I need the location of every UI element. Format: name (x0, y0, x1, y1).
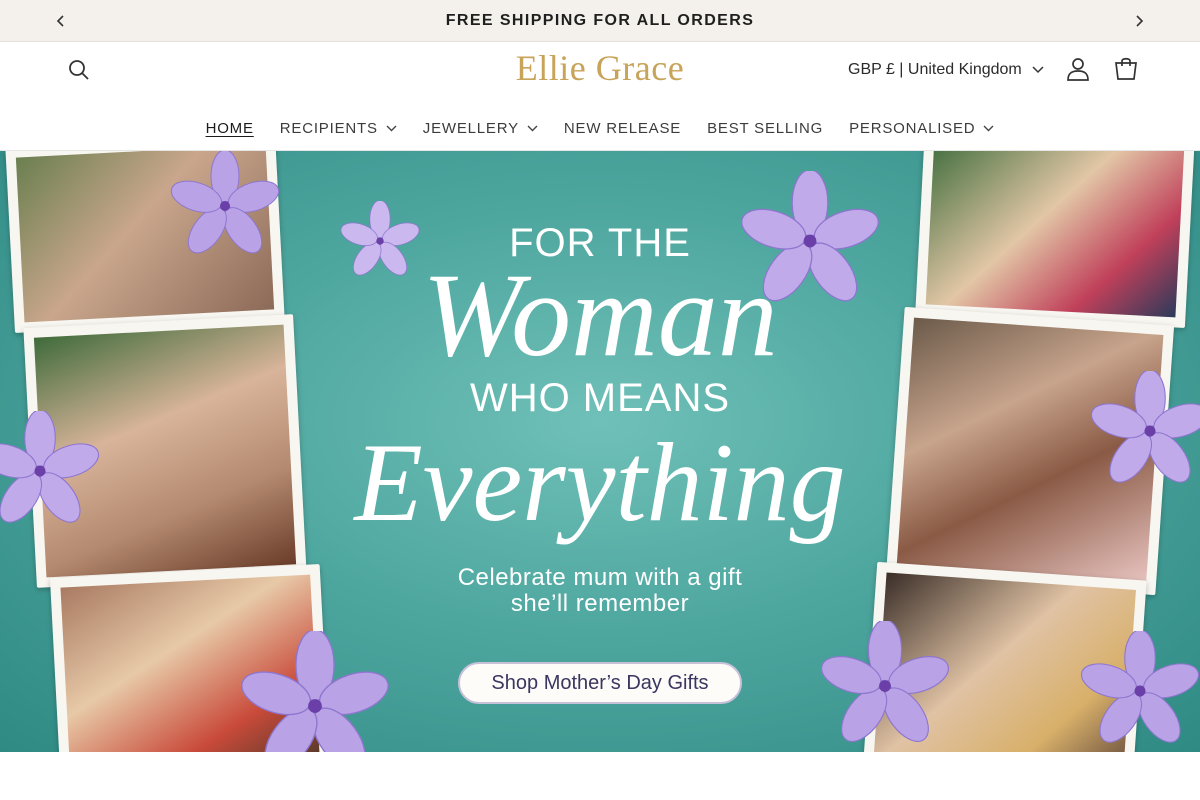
chevron-down-icon (983, 125, 994, 131)
hero-subtitle-line-2: she’ll remember (510, 590, 690, 617)
chevron-down-icon (1032, 66, 1044, 74)
nav-item-label: NEW RELEASE (563, 119, 682, 137)
hero-subtitle-line-1: Celebrate mum with a gift (457, 564, 743, 591)
nav-item-label: HOME (205, 119, 254, 137)
site-logo[interactable]: Ellie Grace (500, 47, 700, 89)
nav-item-label: BEST SELLING (707, 119, 824, 137)
main-nav: HOME RECIPIENTS JEWELLERY NEW RELEASE BE… (0, 113, 1200, 143)
announcement-bar: FREE SHIPPING FOR ALL ORDERS (0, 0, 1200, 42)
hero-line-2: Woman (422, 248, 778, 381)
shop-mothers-day-button[interactable]: Shop Mother’s Day Gifts (458, 662, 742, 704)
cart-button[interactable] (1108, 51, 1144, 87)
account-button[interactable] (1060, 51, 1096, 87)
hero-line-3: WHO MEANS (469, 376, 731, 420)
nav-item-jewellery[interactable]: JEWELLERY (410, 120, 551, 137)
search-button[interactable] (62, 53, 96, 87)
nav-item-label: PERSONALISED (849, 119, 976, 137)
announcement-next-button[interactable] (1118, 0, 1160, 42)
nav-item-label: JEWELLERY (422, 119, 519, 137)
site-header: Ellie Grace GBP £ | United Kingdom HOME … (0, 43, 1200, 151)
country-selector[interactable]: GBP £ | United Kingdom (848, 55, 1044, 85)
hero-subtitle: Celebrate mum with a gift she’ll remembe… (0, 565, 1200, 617)
country-selector-label: GBP £ | United Kingdom (848, 61, 1022, 78)
search-icon (69, 60, 89, 80)
cart-icon (1115, 57, 1137, 80)
chevron-down-icon (527, 125, 538, 131)
nav-item-recipients[interactable]: RECIPIENTS (267, 120, 410, 137)
hero-banner[interactable]: FOR THE Woman WHO MEANS Everything Celeb… (0, 151, 1200, 752)
nav-item-home[interactable]: HOME (193, 120, 267, 137)
chevron-right-icon (1136, 15, 1144, 27)
nav-item-new-release[interactable]: NEW RELEASE (551, 120, 694, 137)
chevron-left-icon (56, 15, 64, 27)
nav-item-personalised[interactable]: PERSONALISED (836, 120, 1007, 137)
chevron-down-icon (386, 125, 397, 131)
account-icon (1067, 58, 1089, 81)
announcement-text: FREE SHIPPING FOR ALL ORDERS (445, 11, 755, 29)
hero-line-4: Everything (354, 421, 846, 545)
nav-item-label: RECIPIENTS (279, 119, 378, 137)
announcement-prev-button[interactable] (40, 0, 82, 42)
nav-item-best-selling[interactable]: BEST SELLING (694, 120, 836, 137)
